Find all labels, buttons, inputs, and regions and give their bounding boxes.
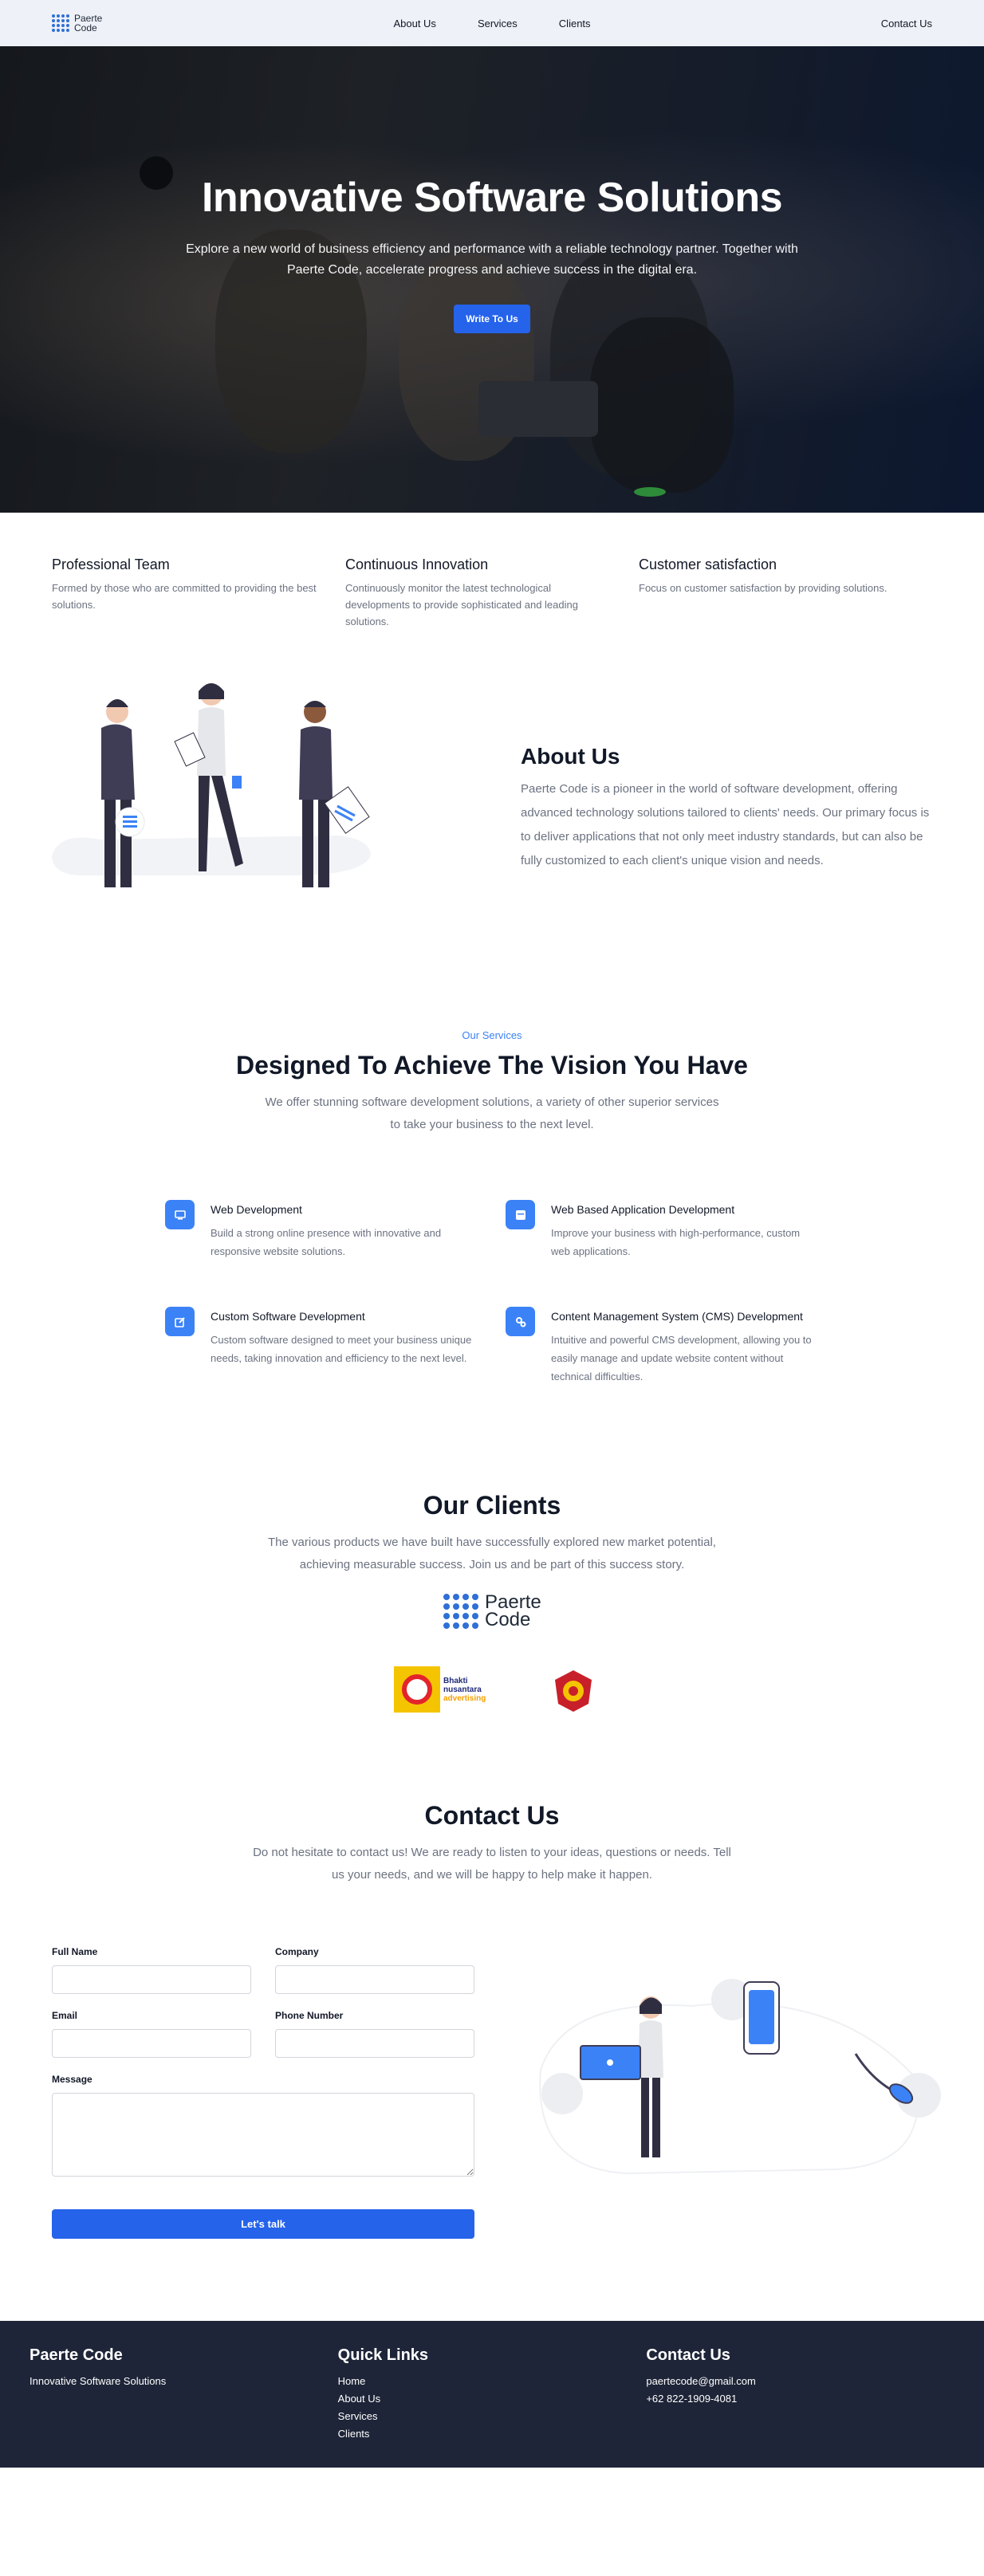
service-text: Improve your business with high-performa… xyxy=(551,1227,801,1257)
contact-illustration xyxy=(539,1979,941,2175)
about-title: About Us xyxy=(521,744,620,769)
footer-email[interactable]: paertecode@gmail.com xyxy=(646,2373,954,2390)
email-label: Email xyxy=(52,2010,78,2021)
gears-icon xyxy=(506,1307,535,1336)
logo-dots-icon xyxy=(52,14,69,32)
email-input[interactable] xyxy=(52,2029,251,2058)
hero-subtitle: Explore a new world of business efficien… xyxy=(186,242,798,277)
feature-title: Continuous Innovation xyxy=(345,556,489,572)
contact-form: Full Name Company Email Phone Number Mes… xyxy=(52,1946,474,2239)
company-input[interactable] xyxy=(275,1965,474,1994)
brand-line2: Code xyxy=(74,22,97,33)
service-text: Custom software designed to meet your bu… xyxy=(211,1334,472,1364)
logo-dots-icon xyxy=(443,1594,478,1629)
services-section: Our Services Designed To Achieve The Vis… xyxy=(0,1007,984,1386)
feature-card: Continuous Innovation Continuously monit… xyxy=(345,556,639,632)
write-to-us-button[interactable]: Write To Us xyxy=(454,305,530,333)
feature-card: Customer satisfaction Focus on customer … xyxy=(639,556,932,632)
hero-title: Innovative Software Solutions xyxy=(201,175,783,221)
brand-logo[interactable]: Paerte Code xyxy=(52,14,102,33)
footer-phone[interactable]: +62 822-1909-4081 xyxy=(646,2390,954,2408)
phone-label: Phone Number xyxy=(275,2010,344,2021)
feature-card: Professional Team Formed by those who ar… xyxy=(52,556,345,632)
service-card: Custom Software Development Custom softw… xyxy=(165,1307,506,1386)
service-title: Web Development xyxy=(211,1203,302,1216)
service-text: Build a strong online presence with inno… xyxy=(211,1227,442,1257)
clients-section: Our Clients The various products we have… xyxy=(0,1386,984,1736)
service-title: Content Management System (CMS) Developm… xyxy=(551,1310,803,1323)
full-name-label: Full Name xyxy=(52,1946,98,1957)
footer-brand-column: Paerte Code Innovative Software Solution… xyxy=(30,2346,338,2468)
services-subtitle: We offer stunning software development s… xyxy=(265,1095,719,1131)
nav-links: About Us Services Clients xyxy=(0,0,984,46)
nav-link-clients[interactable]: Clients xyxy=(559,18,591,29)
full-name-input[interactable] xyxy=(52,1965,251,1994)
client-logo-paerte-code: Paerte Code xyxy=(443,1593,541,1630)
service-title: Web Based Application Development xyxy=(551,1203,735,1216)
footer-link-home[interactable]: Home xyxy=(338,2373,647,2390)
monitor-icon xyxy=(165,1200,195,1229)
about-section: About Us Paerte Code is a pioneer in the… xyxy=(0,632,984,1007)
about-text: Paerte Code is a pioneer in the world of… xyxy=(521,782,930,867)
feature-title: Customer satisfaction xyxy=(639,556,777,572)
service-card: Content Management System (CMS) Developm… xyxy=(506,1307,819,1386)
nav-link-contact[interactable]: Contact Us xyxy=(881,18,932,29)
clients-subtitle: The various products we have built have … xyxy=(268,1536,716,1571)
footer-contact-column: Contact Us paertecode@gmail.com +62 822-… xyxy=(646,2346,954,2468)
service-card: Web Based Application Development Improv… xyxy=(506,1200,819,1260)
footer-link-about[interactable]: About Us xyxy=(338,2390,647,2408)
clients-title: Our Clients xyxy=(423,1491,561,1520)
message-label: Message xyxy=(52,2074,92,2085)
feature-title: Professional Team xyxy=(52,556,170,572)
service-text: Intuitive and powerful CMS development, … xyxy=(551,1334,812,1382)
services-title: Designed To Achieve The Vision You Have xyxy=(236,1051,748,1080)
team-illustration xyxy=(52,683,371,887)
feature-text: Continuously monitor the latest technolo… xyxy=(345,582,578,627)
feature-text: Formed by those who are committed to pro… xyxy=(52,582,317,611)
services-eyebrow: Our Services xyxy=(462,1029,522,1041)
red-emblem-icon xyxy=(555,1670,592,1712)
contact-title: Contact Us xyxy=(424,1801,560,1830)
footer-brand-title: Paerte Code xyxy=(30,2346,123,2364)
nav-link-about[interactable]: About Us xyxy=(393,18,435,29)
contact-section: Contact Us Do not hesitate to contact us… xyxy=(0,1736,984,2321)
app-window-icon xyxy=(506,1200,535,1229)
contact-subtitle: Do not hesitate to contact us! We are re… xyxy=(253,1846,731,1882)
client-logos: Paerte Code Bhakti nusantara advertising xyxy=(0,1576,984,1736)
nav-link-services[interactable]: Services xyxy=(478,18,518,29)
footer-links-title: Quick Links xyxy=(337,2346,429,2364)
phone-input[interactable] xyxy=(275,2029,474,2058)
feature-text: Focus on customer satisfaction by provid… xyxy=(639,582,888,594)
bhakti-emblem-icon xyxy=(394,1666,440,1713)
hero-section: Innovative Software Solutions Explore a … xyxy=(0,46,984,513)
services-grid: Web Development Build a strong online pr… xyxy=(165,1200,819,1386)
message-textarea[interactable] xyxy=(52,2093,474,2177)
top-navbar: Paerte Code About Us Services Clients Co… xyxy=(0,0,984,46)
edit-icon xyxy=(165,1307,195,1336)
lets-talk-button[interactable]: Let's talk xyxy=(52,2209,474,2239)
footer-link-services[interactable]: Services xyxy=(338,2408,647,2425)
company-label: Company xyxy=(275,1946,319,1957)
service-card: Web Development Build a strong online pr… xyxy=(165,1200,506,1260)
footer-contact-title: Contact Us xyxy=(646,2346,730,2364)
footer-links-column: Quick Links Home About Us Services Clien… xyxy=(338,2346,647,2468)
footer-tagline: Innovative Software Solutions xyxy=(30,2375,167,2387)
footer-link-clients[interactable]: Clients xyxy=(338,2425,647,2443)
service-title: Custom Software Development xyxy=(211,1310,365,1323)
footer: Paerte Code Innovative Software Solution… xyxy=(0,2321,984,2468)
client-logo-bhakti-nusantara: Bhakti nusantara advertising xyxy=(394,1666,486,1713)
features-row: Professional Team Formed by those who ar… xyxy=(0,513,984,632)
